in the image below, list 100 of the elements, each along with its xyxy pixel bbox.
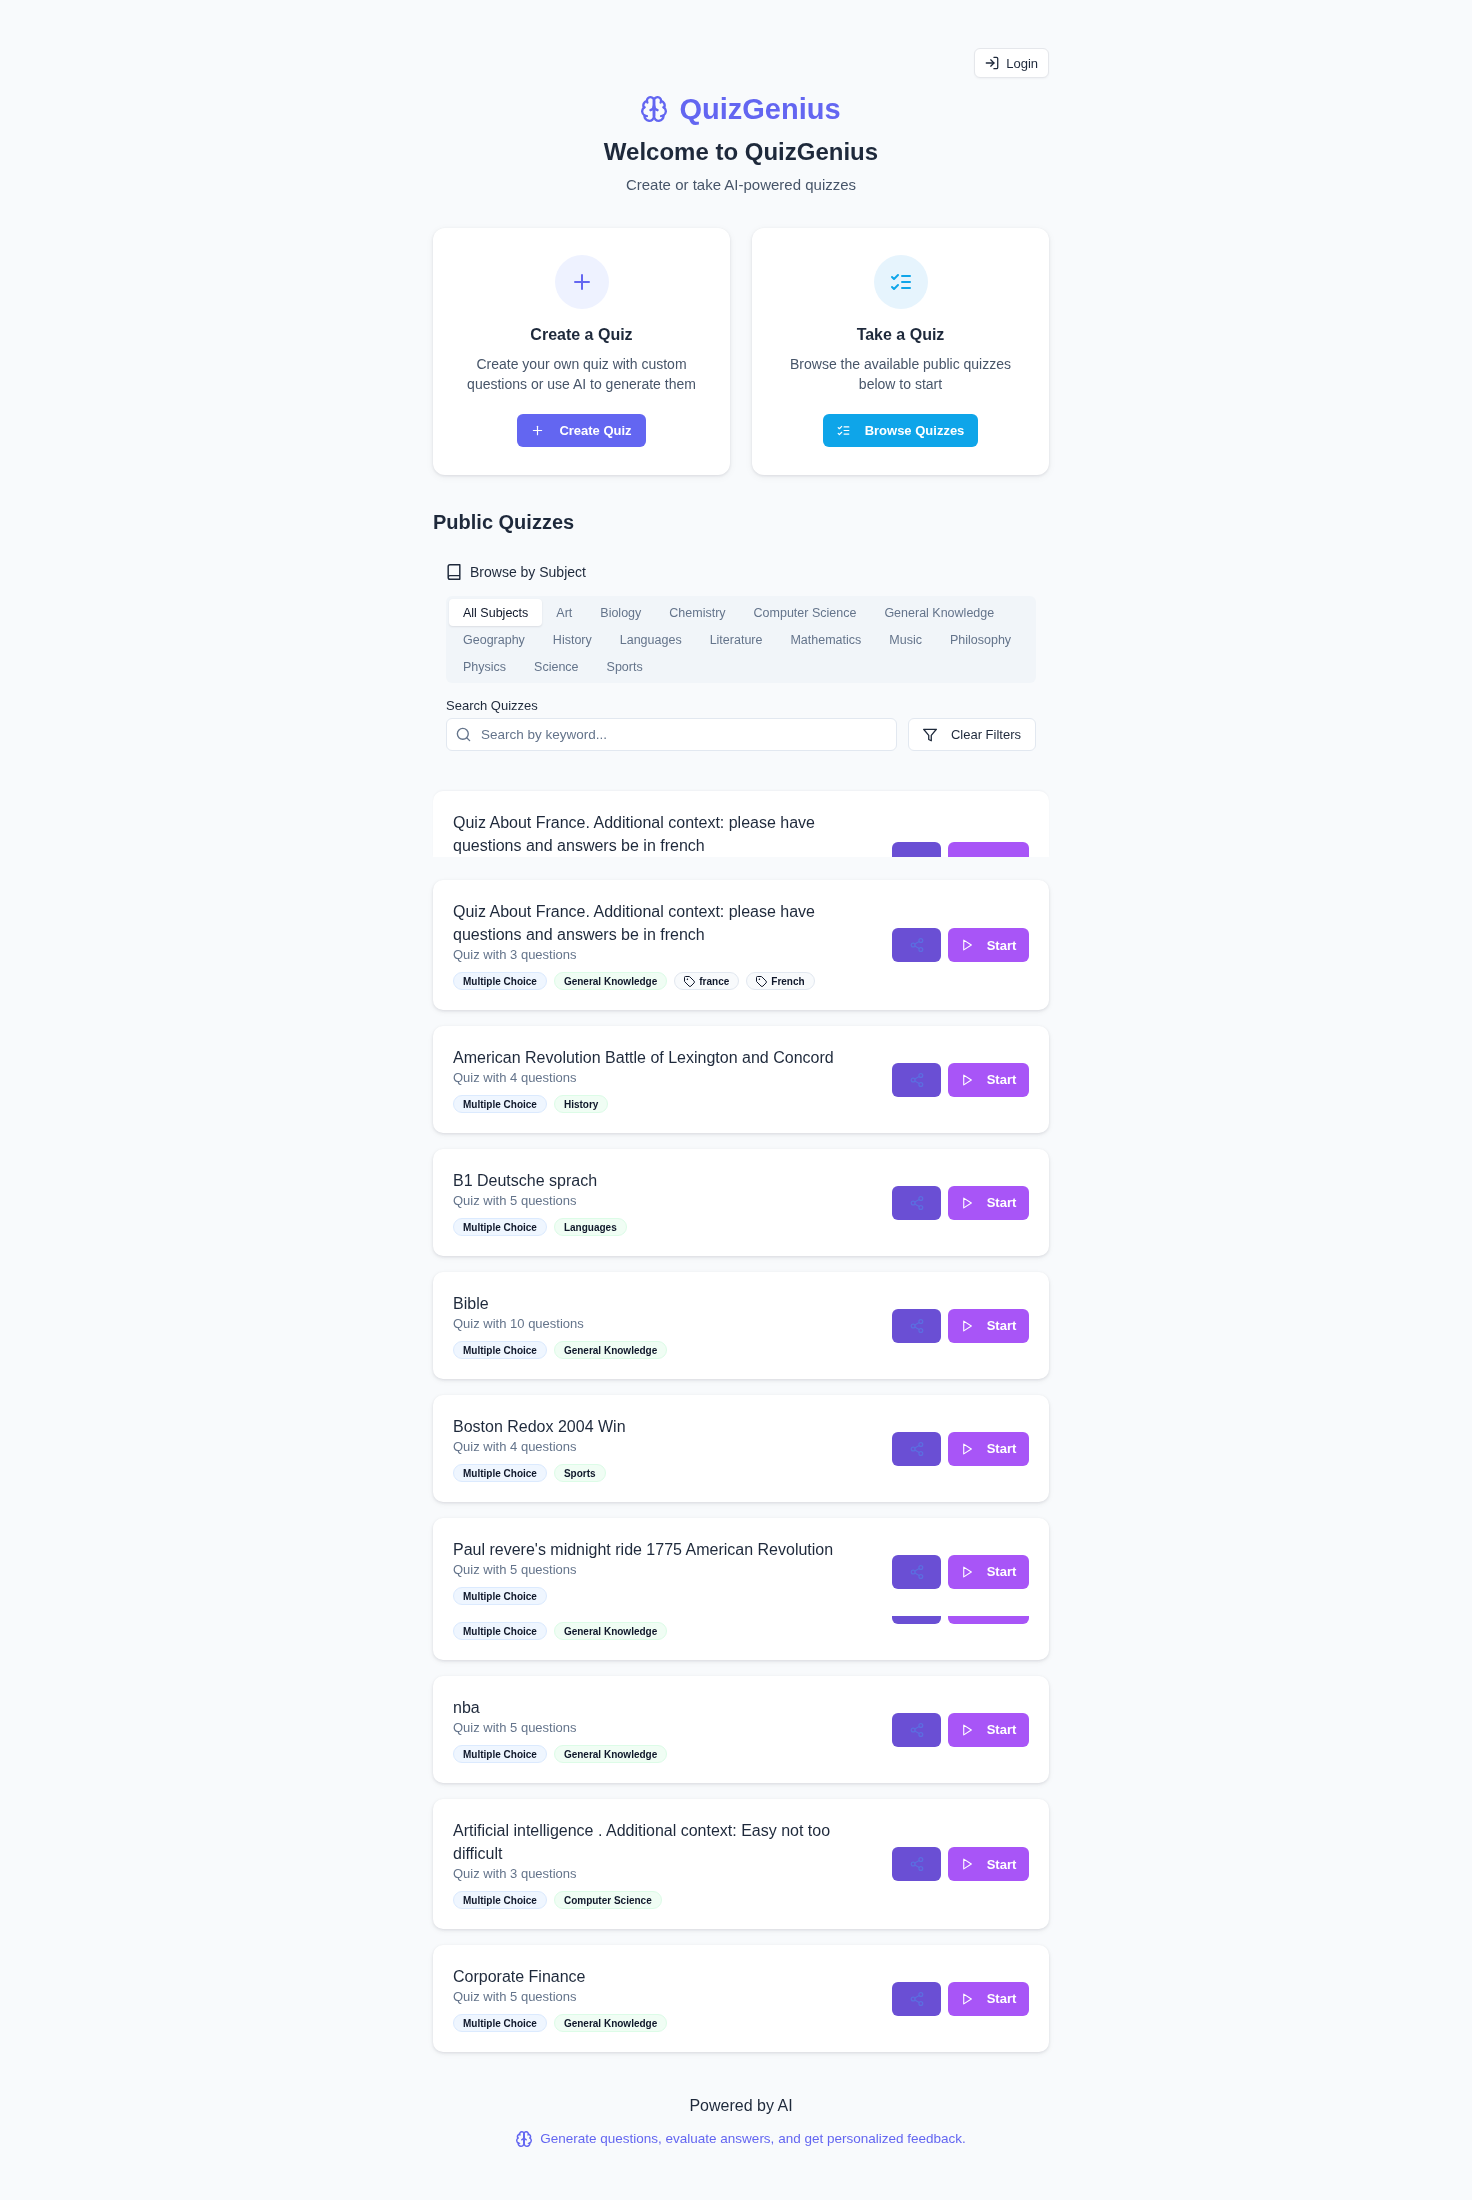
- quiz-tag: Multiple Choice: [453, 2014, 547, 2032]
- section-title: Public Quizzes: [433, 510, 576, 535]
- share-button[interactable]: [892, 1554, 941, 1589]
- quiz-title: Quiz About France. Additional context: please have questions and answers be in french: [453, 813, 816, 856]
- subject-tab[interactable]: All Subjects: [449, 599, 543, 626]
- login-button[interactable]: Login: [974, 48, 1049, 78]
- quiz-title: B1 Deutsche sprach: [453, 1171, 599, 1191]
- subject-tab[interactable]: Art: [542, 599, 587, 626]
- start-button[interactable]: Start: [948, 1062, 1029, 1097]
- brain-icon: [641, 96, 668, 122]
- subject-tab[interactable]: Music: [875, 626, 936, 653]
- page-tagline: Create or take AI-powered quizzes: [625, 175, 857, 195]
- filter-icon: [922, 727, 937, 742]
- quiz-tag: Multiple Choice: [453, 1622, 547, 1640]
- quiz-tag: General Knowledge: [553, 2014, 668, 2032]
- subject-tab[interactable]: Geography: [449, 626, 539, 653]
- subject-tab[interactable]: Physics: [449, 653, 521, 680]
- question-count: Quiz with 4 questions: [453, 1069, 578, 1087]
- search-field[interactable]: Search by keyword...: [446, 718, 897, 751]
- share-icon: [909, 1195, 924, 1210]
- search-icon: [456, 727, 471, 742]
- quiz-tag: Multiple Choice: [453, 1891, 547, 1909]
- start-button[interactable]: [948, 842, 1029, 857]
- subject-tab[interactable]: Biology: [586, 599, 656, 626]
- quiz-title: Bible: [453, 1294, 490, 1314]
- tag-icon: [756, 975, 768, 987]
- quiz-title: Quiz About France. Additional context: please have questions and answers be in french: [453, 902, 816, 945]
- play-icon: [960, 1723, 973, 1736]
- subject-tab[interactable]: Languages: [605, 626, 696, 653]
- quiz-tag: General Knowledge: [553, 1622, 668, 1640]
- start-button[interactable]: Start: [948, 1712, 1029, 1747]
- start-button[interactable]: Start: [948, 1431, 1029, 1466]
- quiz-tag: Multiple Choice: [453, 972, 547, 990]
- card-title: Take a Quiz: [856, 325, 945, 345]
- share-icon: [909, 1991, 924, 2006]
- start-button[interactable]: Start: [948, 1847, 1029, 1881]
- question-count: Quiz with 3 questions: [453, 946, 578, 964]
- card-title: Create a Quiz: [530, 325, 633, 345]
- share-icon: [909, 1564, 924, 1579]
- footer-title: Powered by AI: [689, 2096, 793, 2116]
- browse-quizzes-button[interactable]: Browse Quizzes: [822, 414, 979, 447]
- share-icon: [909, 1072, 924, 1087]
- checklist-icon: [873, 255, 928, 309]
- subject-tab[interactable]: Chemistry: [655, 599, 740, 626]
- quiz-tag: france: [674, 972, 740, 990]
- start-button[interactable]: Start: [948, 1554, 1029, 1589]
- brand-name: QuizGenius: [679, 92, 841, 126]
- share-button[interactable]: [892, 1308, 941, 1343]
- quiz-title: Paul revere's midnight ride 1775 American Revolution: [453, 1540, 835, 1560]
- start-button[interactable]: Start: [948, 1185, 1029, 1220]
- share-button[interactable]: [892, 1616, 941, 1624]
- subject-tab[interactable]: Computer Science: [739, 599, 871, 626]
- share-button[interactable]: [892, 1712, 941, 1747]
- subject-tab[interactable]: Mathematics: [776, 626, 876, 653]
- share-button[interactable]: [892, 842, 941, 857]
- quiz-tag: Computer Science: [553, 1891, 662, 1909]
- start-button[interactable]: Start: [948, 1981, 1029, 2016]
- quiz-tag: Multiple Choice: [453, 1218, 547, 1236]
- subject-tab[interactable]: Literature: [695, 626, 777, 653]
- question-count: Quiz with 5 questions: [453, 1988, 578, 2006]
- quiz-title: nba: [453, 1698, 481, 1718]
- share-button[interactable]: [892, 1431, 941, 1466]
- subject-tab[interactable]: Philosophy: [935, 626, 1026, 653]
- start-button[interactable]: Start: [948, 928, 1029, 962]
- quiz-tag: Multiple Choice: [453, 1095, 547, 1113]
- quiz-tag: Multiple Choice: [453, 1587, 547, 1605]
- tag-icon: [684, 975, 696, 987]
- browse-label: Browse by Subject: [470, 564, 586, 580]
- share-button[interactable]: [892, 1981, 941, 2016]
- login-icon: [985, 56, 1000, 70]
- subject-tab[interactable]: General Knowledge: [870, 599, 1009, 626]
- brain-icon: [516, 2131, 533, 2147]
- play-icon: [960, 1858, 973, 1870]
- question-count: Quiz with 5 questions: [453, 1719, 578, 1737]
- quiz-tag: Sports: [553, 1464, 606, 1482]
- subject-tab[interactable]: Science: [520, 653, 593, 680]
- card-description: Create your own quiz with custom questions or use AI to generate them: [466, 355, 697, 394]
- search-label: Search Quizzes: [446, 698, 539, 714]
- question-count: Quiz with 5 questions: [453, 1192, 578, 1210]
- create-quiz-button[interactable]: Create Quiz: [517, 414, 646, 447]
- play-icon: [960, 1992, 973, 2005]
- play-icon: [960, 1196, 973, 1209]
- quiz-tag: Multiple Choice: [453, 1745, 547, 1763]
- quiz-tag: Multiple Choice: [453, 1341, 547, 1359]
- subject-tab[interactable]: History: [538, 626, 606, 653]
- quiz-title: American Revolution Battle of Lexington and Concord: [453, 1048, 835, 1068]
- book-icon: [446, 564, 462, 580]
- play-icon: [960, 939, 973, 951]
- start-button[interactable]: Start: [948, 1308, 1029, 1343]
- footer-note: Generate questions, evaluate answers, and get personalized feedback.: [540, 2130, 966, 2148]
- share-button[interactable]: [892, 1062, 941, 1097]
- clear-filters-button[interactable]: Clear Filters: [907, 718, 1036, 751]
- question-count: Quiz with 5 questions: [453, 1561, 578, 1579]
- start-button[interactable]: [948, 1616, 1029, 1624]
- quiz-tag: General Knowledge: [553, 972, 668, 990]
- share-button[interactable]: [892, 1185, 941, 1220]
- plus-icon: [531, 424, 545, 437]
- share-icon: [909, 1441, 924, 1456]
- subject-tab[interactable]: Sports: [592, 653, 657, 680]
- play-icon: [960, 1319, 973, 1332]
